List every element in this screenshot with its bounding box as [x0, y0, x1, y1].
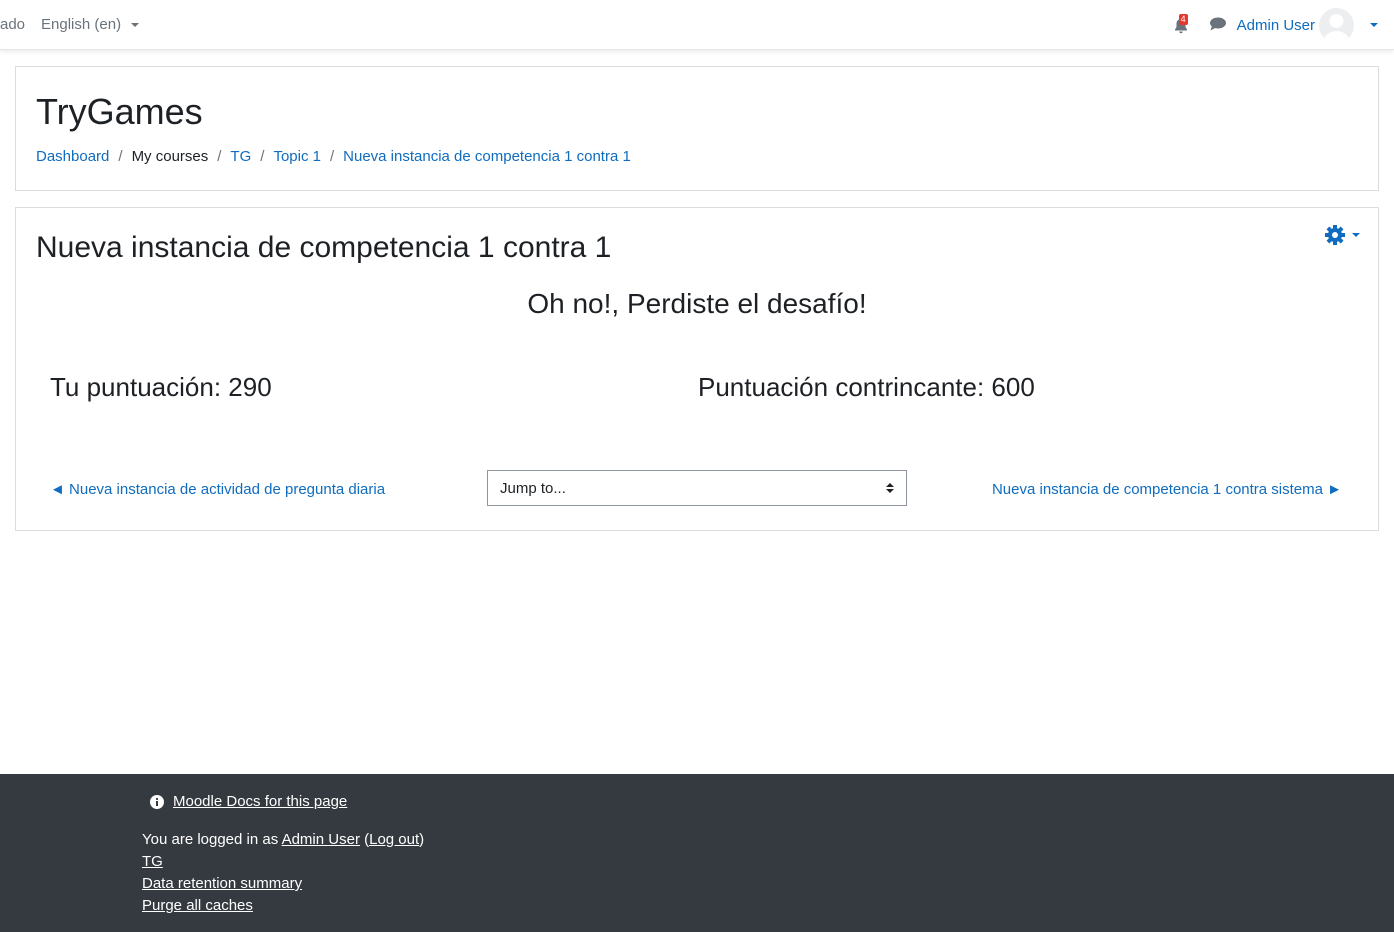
navbar-left: ado English (en): [0, 16, 140, 33]
logged-in-user-link[interactable]: Admin User: [282, 831, 360, 848]
next-activity-link[interactable]: Nueva instancia de competencia 1 contra …: [992, 481, 1342, 498]
select-arrows-icon: [886, 483, 894, 493]
previous-activity-link[interactable]: ◄ Nueva instancia de actividad de pregun…: [50, 481, 385, 498]
info-icon: [150, 794, 164, 809]
user-avatar-icon: [1323, 13, 1350, 43]
breadcrumb-dashboard[interactable]: Dashboard: [36, 148, 109, 165]
settings-menu-button[interactable]: [1324, 224, 1360, 246]
data-retention-link[interactable]: Data retention summary: [142, 875, 302, 892]
user-menu-name[interactable]: Admin User: [1237, 17, 1315, 34]
breadcrumb-my-courses: My courses: [131, 148, 209, 165]
logout-link[interactable]: Log out: [369, 831, 419, 848]
breadcrumb-separator: /: [329, 148, 335, 165]
notification-count-badge: 4: [1178, 14, 1188, 25]
footer-course-link[interactable]: TG: [142, 853, 163, 870]
page-title: Nueva instancia de competencia 1 contra …: [36, 231, 612, 264]
language-menu[interactable]: English (en): [41, 16, 140, 33]
chat-bubble-icon: [1209, 17, 1226, 30]
user-menu-chevron-down-icon[interactable]: [1370, 23, 1378, 27]
page-header: TryGames Dashboard / My courses / TG / T…: [15, 66, 1379, 191]
jump-to-value: Jump to...: [500, 479, 566, 497]
chevron-down-icon: [131, 22, 140, 27]
breadcrumb-separator: /: [118, 148, 123, 165]
logout-close-paren: ): [419, 831, 425, 848]
breadcrumb-separator: /: [260, 148, 265, 165]
login-info: You are logged in as Admin User (Log out…: [142, 831, 424, 848]
breadcrumb: Dashboard / My courses / TG / Topic 1 / …: [36, 148, 631, 165]
breadcrumb-separator: /: [217, 148, 222, 165]
avatar[interactable]: [1319, 7, 1354, 43]
chevron-down-icon: [1352, 233, 1360, 237]
navbar-right: 4 Admin User: [1171, 0, 1394, 50]
messages-button[interactable]: [1209, 16, 1227, 37]
language-label: English (en): [41, 16, 122, 33]
jump-to-select[interactable]: Jump to...: [487, 470, 907, 506]
purge-caches-link[interactable]: Purge all caches: [142, 897, 253, 914]
moodle-docs-row: Moodle Docs for this page: [150, 793, 347, 810]
gear-icon: [1325, 225, 1345, 245]
top-navbar: ado English (en) 4 Admin User: [0, 0, 1394, 50]
your-score: Tu puntuación: 290: [50, 372, 272, 402]
navbar-cut-text[interactable]: ado: [0, 16, 25, 33]
breadcrumb-topic[interactable]: Topic 1: [273, 148, 321, 165]
notifications-button[interactable]: 4: [1171, 14, 1191, 36]
result-heading: Oh no!, Perdiste el desafío!: [527, 288, 867, 319]
logged-in-prefix: You are logged in as: [142, 831, 282, 848]
moodle-docs-link[interactable]: Moodle Docs for this page: [173, 793, 347, 810]
breadcrumb-course[interactable]: TG: [230, 148, 251, 165]
site-title: TryGames: [36, 91, 203, 132]
main-content: Nueva instancia de competencia 1 contra …: [15, 207, 1379, 531]
page-footer: Moodle Docs for this page You are logged…: [0, 774, 1394, 932]
opponent-score: Puntuación contrincante: 600: [698, 372, 1035, 402]
breadcrumb-activity[interactable]: Nueva instancia de competencia 1 contra …: [343, 148, 631, 165]
logout-open-paren: (: [359, 831, 370, 848]
